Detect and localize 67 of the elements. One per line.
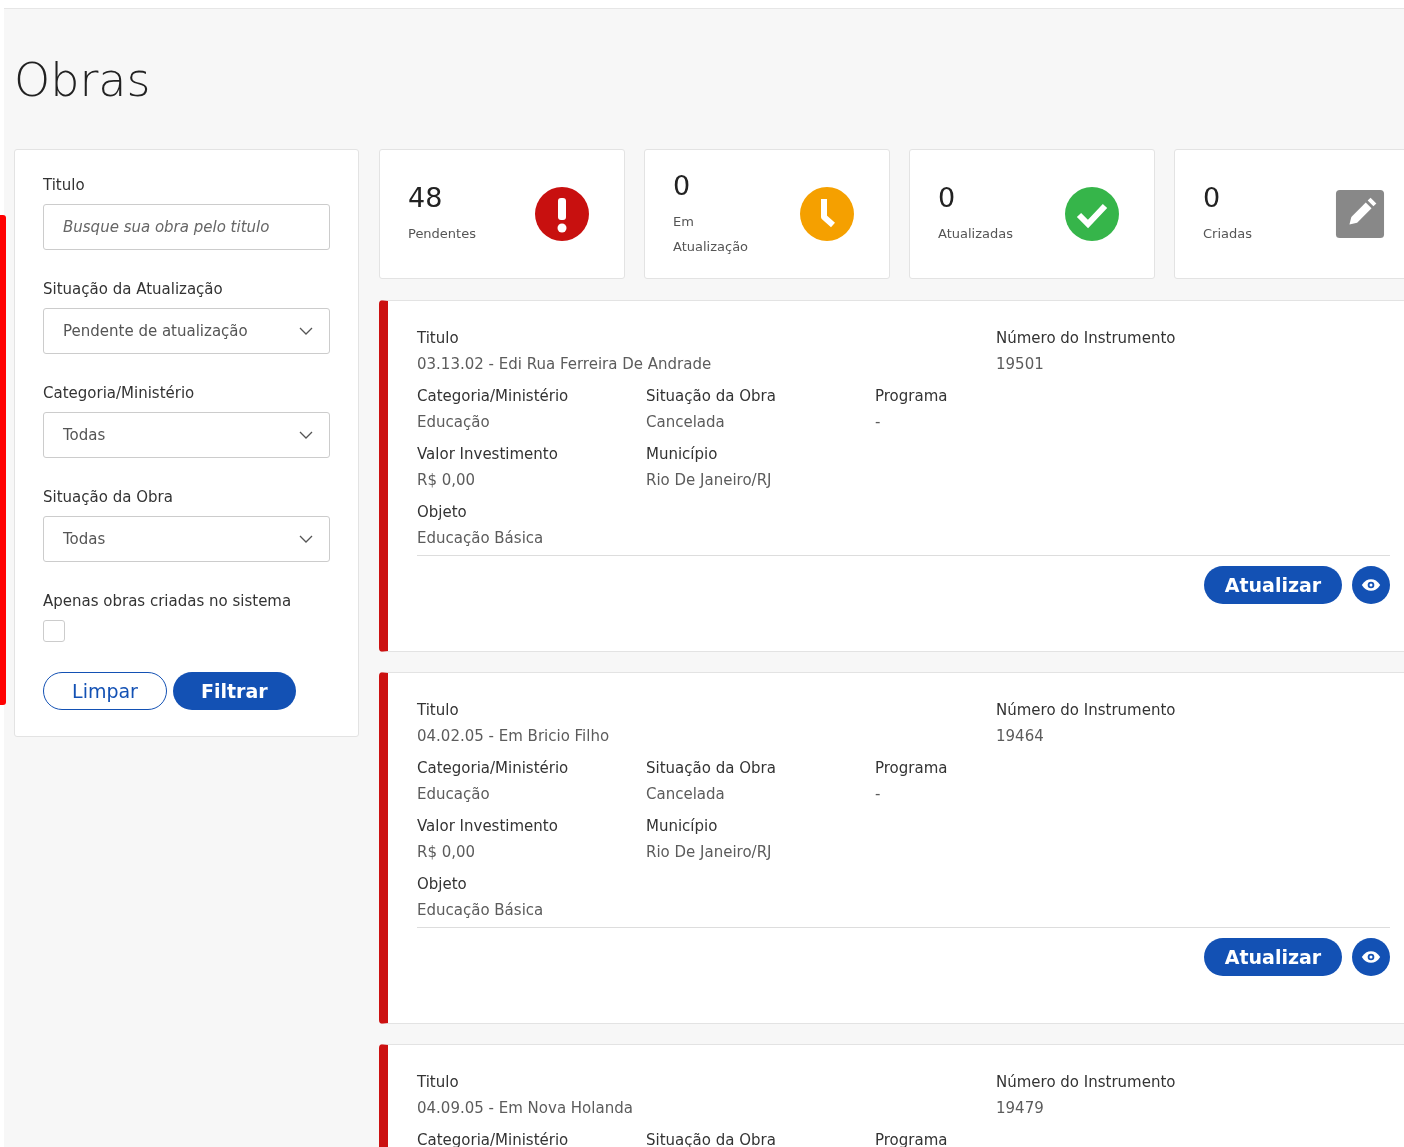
filter-label: Categoria/Ministério	[43, 384, 196, 402]
field-label: Situação da Obra	[646, 759, 777, 777]
filter-label: Situação da Obra	[43, 488, 174, 506]
stat-value: 0	[1203, 182, 1222, 213]
field-label: Valor Investimento	[417, 445, 559, 463]
field-value: -	[875, 785, 882, 803]
field-value: 03.13.02 - Edi Rua Ferreira De Andrade	[417, 355, 713, 373]
field-label: Situação da Obra	[646, 1131, 777, 1147]
chevron-down-icon	[299, 431, 313, 439]
field-label: Município	[646, 817, 719, 835]
clear-button[interactable]: Limpar	[43, 672, 167, 710]
field-label: Situação da Obra	[646, 387, 777, 405]
field-value: 19464	[996, 727, 1045, 745]
field-value: 19479	[996, 1099, 1045, 1117]
field-label: Programa	[875, 759, 949, 777]
stat-label: Criadas	[1203, 225, 1253, 243]
chevron-down-icon	[299, 327, 313, 335]
field-label: Valor Investimento	[417, 817, 559, 835]
field-label: Titulo	[417, 701, 460, 719]
field-label: Número do Instrumento	[996, 1073, 1177, 1091]
field-label: Objeto	[417, 503, 468, 521]
stat-label: Em Atualização	[673, 212, 750, 256]
field-value: 04.09.05 - Em Nova Holanda	[417, 1099, 634, 1117]
update-button[interactable]: Atualizar	[1204, 566, 1342, 604]
dropdown[interactable]: Pendente de atualização	[43, 308, 330, 354]
field-label: Município	[646, 445, 719, 463]
view-button[interactable]	[1352, 566, 1390, 604]
field-label: Categoria/Ministério	[417, 387, 570, 405]
field-value: R$ 0,00	[417, 471, 477, 489]
field-value: Rio De Janeiro/RJ	[646, 471, 773, 489]
field-value: 04.02.05 - Em Bricio Filho	[417, 727, 611, 745]
stat-value: 48	[408, 182, 444, 213]
eye-icon	[1361, 950, 1381, 964]
field-value: Educação	[417, 785, 491, 803]
eye-icon	[1361, 578, 1381, 592]
dropdown[interactable]: Todas	[43, 516, 330, 562]
field-value: -	[875, 413, 882, 431]
filter-label: Titulo	[43, 176, 86, 194]
update-button[interactable]: Atualizar	[1204, 938, 1342, 976]
page-title: Obras	[14, 52, 152, 101]
field-label: Objeto	[417, 875, 468, 893]
field-label: Titulo	[417, 1073, 460, 1091]
field-value: Educação Básica	[417, 901, 545, 919]
chevron-down-icon	[299, 535, 313, 543]
stat-label: Atualizadas	[938, 225, 1014, 243]
dropdown[interactable]: Todas	[43, 412, 330, 458]
field-label: Número do Instrumento	[996, 329, 1177, 347]
field-label: Categoria/Ministério	[417, 759, 570, 777]
view-button[interactable]	[1352, 938, 1390, 976]
field-label: Número do Instrumento	[996, 701, 1177, 719]
field-label: Programa	[875, 387, 949, 405]
stat-value: 0	[673, 169, 692, 201]
field-value: Rio De Janeiro/RJ	[646, 843, 773, 861]
filter-button[interactable]: Filtrar	[173, 672, 296, 710]
search-field[interactable]: Busque sua obra pelo titulo	[43, 204, 330, 250]
field-value: Educação	[417, 413, 491, 431]
field-label: Titulo	[417, 329, 460, 347]
checkbox[interactable]	[43, 620, 65, 642]
field-value: Cancelada	[646, 413, 726, 431]
stat-value: 0	[938, 182, 957, 213]
field-value: 19501	[996, 355, 1045, 373]
filter-label: Apenas obras criadas no sistema	[43, 592, 293, 610]
field-value: Cancelada	[646, 785, 726, 803]
stat-label: Pendentes	[408, 225, 477, 243]
field-value: R$ 0,00	[417, 843, 477, 861]
filter-label: Situação da Atualização	[43, 280, 224, 298]
field-value: Educação Básica	[417, 529, 545, 547]
